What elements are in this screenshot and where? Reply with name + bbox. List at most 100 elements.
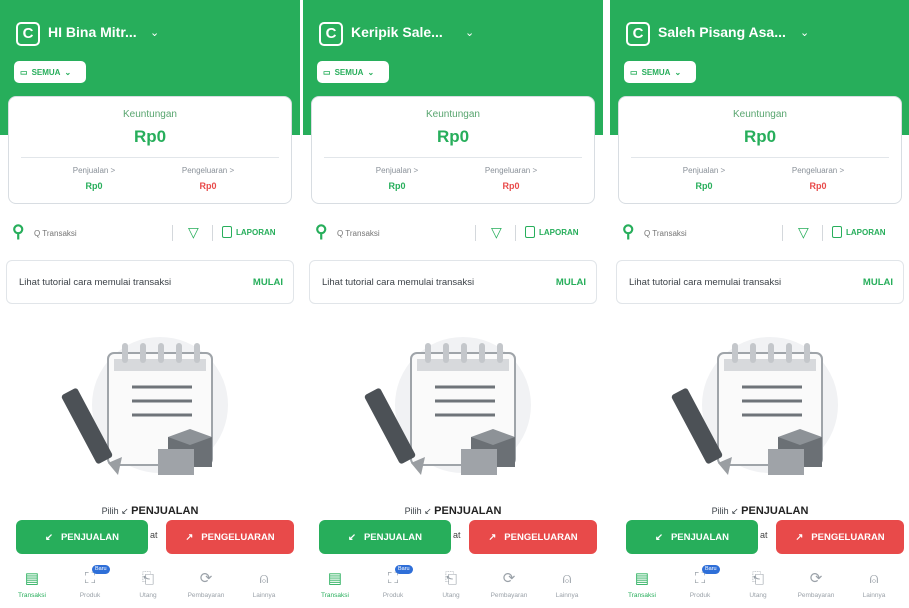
filter-icon[interactable]: ▽ bbox=[491, 224, 502, 241]
search-input[interactable] bbox=[34, 224, 164, 242]
date-filter-button[interactable]: ▭ SEMUA ⌄ bbox=[317, 61, 389, 83]
nav-item-utang[interactable]: ⎗ Utang bbox=[423, 568, 479, 599]
nav-item-lainnya[interactable]: ⍝ Lainnya bbox=[236, 568, 292, 599]
nav-label: Lainnya bbox=[555, 592, 579, 599]
nav-item-lainnya[interactable]: ⍝ Lainnya bbox=[846, 568, 902, 599]
sales-button[interactable]: ↙ PENJUALAN bbox=[319, 520, 451, 554]
search-row: ⚲ ▽ LAPORAN bbox=[0, 222, 300, 246]
sync-icon: ⟳ bbox=[809, 570, 823, 587]
book-icon: ⎗ bbox=[141, 570, 154, 587]
expense-link[interactable]: Pengeluaran > bbox=[456, 166, 566, 175]
expense-link[interactable]: Pengeluaran > bbox=[763, 166, 873, 175]
nav-item-pembayaran[interactable]: ⟳ Pembayaran bbox=[788, 568, 844, 599]
sales-button[interactable]: ↙ PENJUALAN bbox=[16, 520, 148, 554]
summary-card: Keuntungan Rp0 Penjualan > Rp0 Pengeluar… bbox=[618, 96, 902, 204]
box-icon: ⛶ Baru bbox=[62, 565, 118, 590]
receipt-icon: ▤ bbox=[327, 570, 343, 587]
nav-item-transaksi[interactable]: ▤ Transaksi bbox=[307, 568, 363, 599]
bottom-nav: ▤ Transaksi ⛶ Baru Produk ⎗ Utang ⟳ Pembayaran ⍝ L… bbox=[610, 564, 909, 608]
nav-item-transaksi[interactable]: ▤ Transaksi bbox=[4, 568, 60, 599]
filter-icon[interactable]: ▽ bbox=[798, 224, 809, 241]
report-label: LAPORAN bbox=[846, 227, 886, 237]
nav-item-pembayaran[interactable]: ⟳ Pembayaran bbox=[178, 568, 234, 599]
nav-label: Pembayaran bbox=[797, 592, 835, 599]
sales-link[interactable]: Penjualan > bbox=[39, 166, 149, 175]
store-name[interactable]: Saleh Pisang Asa... bbox=[658, 24, 786, 40]
covered-text: at bbox=[150, 530, 158, 540]
nav-label: Produk bbox=[79, 592, 101, 599]
calendar-icon: ▭ bbox=[20, 67, 28, 77]
calendar-icon: ▭ bbox=[630, 67, 638, 77]
search-icon: ⚲ bbox=[622, 222, 635, 241]
start-tutorial-button[interactable]: MULAI bbox=[863, 277, 893, 288]
sales-button[interactable]: ↙ PENJUALAN bbox=[626, 520, 758, 554]
search-input[interactable] bbox=[644, 224, 774, 242]
divider bbox=[782, 225, 783, 241]
tutorial-text: Lihat tutorial cara memulai transaksi bbox=[322, 277, 475, 288]
arrow-down-left-icon: ↙ bbox=[44, 531, 53, 543]
profit-label: Keuntungan bbox=[426, 109, 480, 120]
nav-label: Transaksi bbox=[18, 592, 46, 599]
chevron-down-icon[interactable]: ⌄ bbox=[465, 26, 474, 39]
profit-label: Keuntungan bbox=[733, 109, 787, 120]
empty-state-illustration bbox=[671, 337, 838, 475]
receipt-icon: ▤ bbox=[24, 570, 40, 587]
tutorial-banner[interactable]: Lihat tutorial cara memulai transaksi MU… bbox=[616, 260, 904, 304]
chevron-down-icon[interactable]: ⌄ bbox=[150, 26, 159, 39]
tutorial-banner[interactable]: Lihat tutorial cara memulai transaksi MU… bbox=[309, 260, 597, 304]
nav-item-pembayaran[interactable]: ⟳ Pembayaran bbox=[481, 568, 537, 599]
expense-value: Rp0 bbox=[502, 181, 520, 191]
divider bbox=[324, 157, 582, 158]
store-name[interactable]: HI Bina Mitr... bbox=[48, 24, 137, 40]
profit-value: Rp0 bbox=[133, 127, 167, 146]
tutorial-banner[interactable]: Lihat tutorial cara memulai transaksi MU… bbox=[6, 260, 294, 304]
nav-label: Produk bbox=[689, 592, 711, 599]
app-logo-icon: C bbox=[16, 22, 40, 46]
nav-item-transaksi[interactable]: ▤ Transaksi bbox=[614, 568, 670, 599]
nav-label: Transaksi bbox=[321, 592, 349, 599]
book-icon: ⎗ bbox=[444, 570, 457, 587]
store-name[interactable]: Keripik Sale... bbox=[351, 24, 443, 40]
expense-button[interactable]: ↗ PENGELUARAN bbox=[166, 520, 294, 554]
nav-label: Lainnya bbox=[252, 592, 276, 599]
nav-label: Utang bbox=[749, 592, 767, 599]
nav-item-utang[interactable]: ⎗ Utang bbox=[730, 568, 786, 599]
nav-item-lainnya[interactable]: ⍝ Lainnya bbox=[539, 568, 595, 599]
empty-state-illustration bbox=[61, 337, 228, 475]
box-icon: ⛶ Baru bbox=[365, 565, 421, 590]
divider bbox=[515, 225, 516, 241]
filter-icon[interactable]: ▽ bbox=[188, 224, 199, 241]
expense-button[interactable]: ↗ PENGELUARAN bbox=[469, 520, 597, 554]
date-filter-button[interactable]: ▭ SEMUA ⌄ bbox=[624, 61, 696, 83]
start-tutorial-button[interactable]: MULAI bbox=[253, 277, 283, 288]
expense-button[interactable]: ↗ PENGELUARAN bbox=[776, 520, 904, 554]
covered-text: at bbox=[453, 530, 461, 540]
search-row: ⚲ ▽ LAPORAN bbox=[303, 222, 603, 246]
expense-link[interactable]: Pengeluaran > bbox=[153, 166, 263, 175]
search-input[interactable] bbox=[337, 224, 467, 242]
date-filter-button[interactable]: ▭ SEMUA ⌄ bbox=[14, 61, 86, 83]
nav-item-produk[interactable]: ⛶ Baru Produk bbox=[672, 565, 728, 599]
search-icon: ⚲ bbox=[315, 222, 328, 241]
report-button[interactable]: LAPORAN bbox=[832, 226, 886, 238]
nav-label: Utang bbox=[442, 592, 460, 599]
start-tutorial-button[interactable]: MULAI bbox=[556, 277, 586, 288]
new-badge: Baru bbox=[92, 565, 110, 574]
document-icon bbox=[832, 226, 842, 238]
chevron-down-icon[interactable]: ⌄ bbox=[800, 26, 809, 39]
divider bbox=[172, 225, 173, 241]
sales-value: Rp0 bbox=[85, 181, 103, 191]
nav-item-produk[interactable]: ⛶ Baru Produk bbox=[62, 565, 118, 599]
nav-label: Lainnya bbox=[862, 592, 886, 599]
arrow-up-right-icon: ↗ bbox=[185, 531, 194, 543]
sales-link[interactable]: Penjualan > bbox=[342, 166, 452, 175]
profit-label: Keuntungan bbox=[123, 109, 177, 120]
sales-link[interactable]: Penjualan > bbox=[649, 166, 759, 175]
report-button[interactable]: LAPORAN bbox=[222, 226, 276, 238]
nav-item-produk[interactable]: ⛶ Baru Produk bbox=[365, 565, 421, 599]
sales-value: Rp0 bbox=[695, 181, 713, 191]
choose-hint: Pilih ↙ PENJUALAN bbox=[711, 505, 809, 517]
nav-label: Transaksi bbox=[628, 592, 656, 599]
report-button[interactable]: LAPORAN bbox=[525, 226, 579, 238]
nav-item-utang[interactable]: ⎗ Utang bbox=[120, 568, 176, 599]
